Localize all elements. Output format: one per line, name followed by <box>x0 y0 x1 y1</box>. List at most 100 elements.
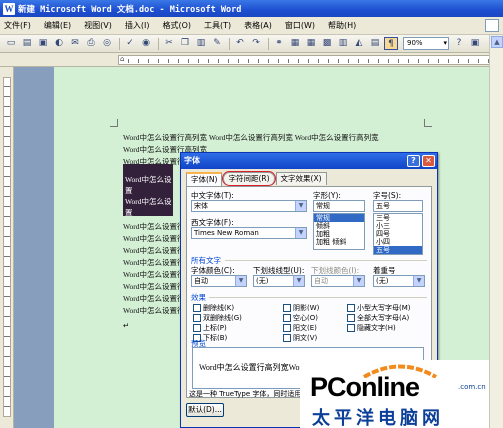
document-line[interactable]: Word中怎么设置行高列宽 Word中怎么设置行高列宽 Word中怎么设置行高列… <box>123 132 379 143</box>
list-item[interactable]: 常规 <box>314 214 364 222</box>
list-item[interactable]: 倾斜 <box>314 222 364 230</box>
print-preview-icon[interactable]: ◎ <box>100 37 114 50</box>
hidden-text-checkbox[interactable]: 隐藏文字(H) <box>347 323 396 333</box>
print-icon[interactable]: ⎙ <box>84 37 98 50</box>
open-folder-icon[interactable]: ▤ <box>20 37 34 50</box>
font-size-list[interactable]: 三号 小三 四号 小四 五号 <box>373 213 423 255</box>
watermark-chinese: 太平洋电脑网 <box>312 408 444 428</box>
show-hide-icon[interactable]: ¶ <box>384 37 398 50</box>
tables-borders-icon[interactable]: ▦ <box>288 37 302 50</box>
emboss-checkbox[interactable]: 阳文(E) <box>283 323 317 333</box>
all-caps-checkbox[interactable]: 全部大写字母(A) <box>347 313 409 323</box>
selected-text[interactable]: Word中怎么设置 Word中怎么设置 <box>123 164 173 217</box>
menu-bar: 文件(F) 编辑(E) 视图(V) 插入(I) 格式(O) 工具(T) 表格(A… <box>0 17 503 35</box>
menu-file[interactable]: 文件(F) <box>4 20 31 31</box>
engrave-checkbox[interactable]: 阴文(V) <box>283 333 317 343</box>
small-caps-checkbox[interactable]: 小型大写字母(M) <box>347 303 411 313</box>
chevron-down-icon[interactable]: ▼ <box>295 201 306 211</box>
permission-icon[interactable]: ◐ <box>52 37 66 50</box>
ruler-scale <box>3 77 11 417</box>
title-bar: W 新建 Microsoft Word 文档.doc - Microsoft W… <box>0 0 503 17</box>
font-color-select[interactable]: 自动 ▼ <box>191 275 247 287</box>
insert-excel-icon[interactable]: ▩ <box>320 37 334 50</box>
chevron-down-icon[interactable]: ▼ <box>235 276 246 286</box>
undo-icon[interactable]: ↶ <box>233 37 247 50</box>
underline-color-select[interactable]: 自动 ▼ <box>311 275 365 287</box>
chevron-down-icon[interactable]: ▼ <box>293 276 304 286</box>
margin-corner <box>110 119 118 127</box>
font-size-input[interactable]: 五号 <box>373 200 423 212</box>
menu-help[interactable]: 帮助(H) <box>328 20 356 31</box>
vertical-ruler[interactable] <box>0 67 14 428</box>
outline-checkbox[interactable]: 空心(O) <box>283 313 318 323</box>
scroll-up-icon[interactable]: ▲ <box>491 36 503 48</box>
list-item[interactable]: 加粗 倾斜 <box>314 238 364 246</box>
font-color-value: 自动 <box>194 277 208 285</box>
help-search-box[interactable] <box>485 19 499 32</box>
list-item[interactable]: 小四 <box>374 238 422 246</box>
copy-icon[interactable]: ❐ <box>178 37 192 50</box>
save-icon[interactable]: ▣ <box>36 37 50 50</box>
default-button[interactable]: 默认(D)... <box>186 403 224 417</box>
list-item[interactable]: 五号 <box>374 246 422 254</box>
cut-icon[interactable]: ✂ <box>162 37 176 50</box>
indent-marker-icon[interactable]: ⌂ <box>120 55 124 63</box>
list-item[interactable]: 小三 <box>374 222 422 230</box>
paste-icon[interactable]: ▥ <box>194 37 208 50</box>
chevron-down-icon[interactable]: ▼ <box>295 228 306 238</box>
selected-line: Word中怎么设置 <box>125 197 172 217</box>
underline-style-select[interactable]: (无) ▼ <box>253 275 305 287</box>
chevron-down-icon[interactable]: ▼ <box>353 276 364 286</box>
list-item[interactable]: 四号 <box>374 230 422 238</box>
tab-text-effects[interactable]: 文字效果(X) <box>275 172 327 185</box>
format-painter-icon[interactable]: ✎ <box>210 37 224 50</box>
dialog-tabs: 字体(N) 字符间距(R) 文字效果(X) <box>186 171 328 186</box>
menu-window[interactable]: 窗口(W) <box>285 20 315 31</box>
document-map-icon[interactable]: ▤ <box>368 37 382 50</box>
new-document-icon[interactable]: ▭ <box>4 37 18 50</box>
watermark-domain: .com.cn <box>458 383 486 391</box>
double-strikethrough-checkbox[interactable]: 双删除线(G) <box>193 313 242 323</box>
research-icon[interactable]: ◉ <box>139 37 153 50</box>
menu-edit[interactable]: 编辑(E) <box>44 20 71 31</box>
chevron-down-icon[interactable]: ▼ <box>413 276 424 286</box>
dialog-close-button[interactable]: ✕ <box>422 155 435 167</box>
redo-icon[interactable]: ↷ <box>249 37 263 50</box>
columns-icon[interactable]: ▥ <box>336 37 350 50</box>
list-item[interactable]: 加粗 <box>314 230 364 238</box>
zoom-select[interactable]: 90% <box>403 37 449 50</box>
hyperlink-icon[interactable]: ⚭ <box>272 37 286 50</box>
vertical-scrollbar[interactable]: ▲ <box>489 35 503 428</box>
help-icon[interactable]: ? <box>452 37 466 50</box>
menu-table[interactable]: 表格(A) <box>244 20 272 31</box>
strikethrough-checkbox[interactable]: 删除线(K) <box>193 303 234 313</box>
emphasis-value: (无) <box>376 277 389 285</box>
shadow-checkbox[interactable]: 阴影(W) <box>283 303 319 313</box>
dialog-help-button[interactable]: ? <box>407 155 420 167</box>
insert-table-icon[interactable]: ▦ <box>304 37 318 50</box>
tab-character-spacing[interactable]: 字符间距(R) <box>222 171 276 186</box>
menu-view[interactable]: 视图(V) <box>84 20 112 31</box>
chinese-font-select[interactable]: 宋体 ▼ <box>191 200 307 212</box>
superscript-checkbox[interactable]: 上标(P) <box>193 323 227 333</box>
ruler-scale <box>118 55 498 65</box>
effects-group-title: 效果 <box>191 293 206 302</box>
menu-insert[interactable]: 插入(I) <box>125 20 150 31</box>
dialog-title: 字体 <box>184 156 200 165</box>
emphasis-select[interactable]: (无) ▼ <box>373 275 425 287</box>
email-icon[interactable]: ✉ <box>68 37 82 50</box>
menu-format[interactable]: 格式(O) <box>162 20 191 31</box>
western-font-select[interactable]: Times New Roman ▼ <box>191 227 307 239</box>
list-item[interactable]: 三号 <box>374 214 422 222</box>
font-style-input[interactable]: 常规 <box>313 200 365 212</box>
drawing-icon[interactable]: ◭ <box>352 37 366 50</box>
horizontal-ruler[interactable]: ⌂ <box>0 53 503 67</box>
tab-font[interactable]: 字体(N) <box>186 172 223 186</box>
read-mode-icon[interactable]: ▣ <box>468 37 482 50</box>
underline-style-value: (无) <box>256 277 269 285</box>
window-title: 新建 Microsoft Word 文档.doc - Microsoft Wor… <box>18 4 242 15</box>
menu-tools[interactable]: 工具(T) <box>204 20 231 31</box>
watermark-brand: PConline <box>310 372 420 402</box>
spelling-icon[interactable]: ✓ <box>123 37 137 50</box>
font-style-list[interactable]: 常规 倾斜 加粗 加粗 倾斜 <box>313 213 365 250</box>
